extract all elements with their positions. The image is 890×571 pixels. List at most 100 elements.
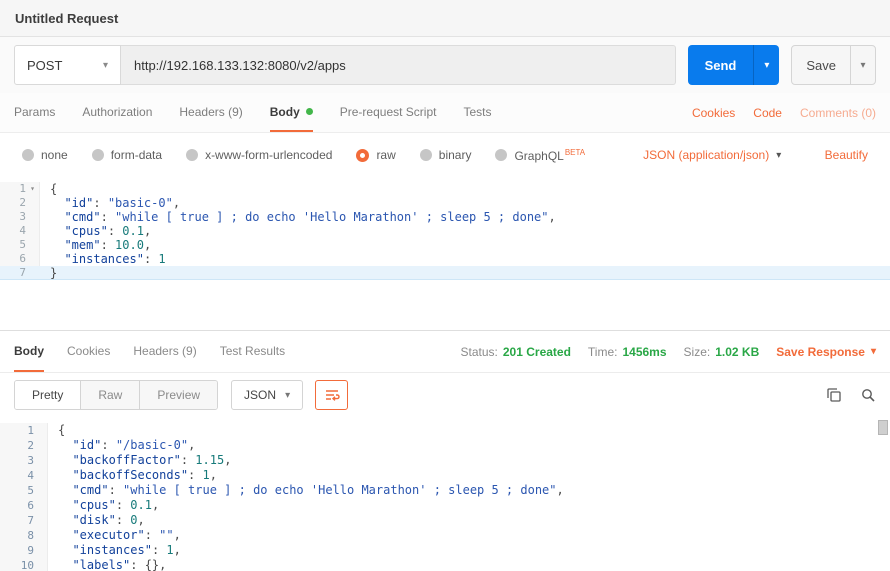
url-input[interactable] (121, 45, 676, 85)
radio-icon[interactable] (92, 149, 104, 161)
response-toolbar-right (826, 387, 876, 403)
radio-icon[interactable] (495, 149, 507, 161)
line-number-gutter: 3 (0, 210, 40, 224)
code-line-7[interactable]: 7} (0, 266, 890, 280)
cookies-link[interactable]: Cookies (692, 106, 735, 120)
code-line-8[interactable]: 8 "executor": "", (0, 528, 890, 543)
response-format-select[interactable]: JSON ▾ (231, 380, 303, 410)
radio-selected-icon[interactable] (356, 149, 369, 162)
code-line-7[interactable]: 7 "disk": 0, (0, 513, 890, 528)
code-line-text: "disk": 0, (48, 513, 890, 528)
tab-headers[interactable]: Headers (9) (179, 93, 242, 132)
line-number-gutter: 10 (0, 558, 48, 571)
time-label: Time: (588, 345, 618, 359)
body-type-binary[interactable]: binary (420, 148, 472, 162)
code-line-3[interactable]: 3 "cmd": "while [ true ] ; do echo 'Hell… (0, 210, 890, 224)
code-line-5[interactable]: 5 "cmd": "while [ true ] ; do echo 'Hell… (0, 483, 890, 498)
line-number-gutter: 6 (0, 498, 48, 513)
copy-button[interactable] (826, 387, 842, 403)
code-line-text: "labels": {}, (48, 558, 890, 571)
code-line-2[interactable]: 2 "id": "/basic-0", (0, 438, 890, 453)
code-line-4[interactable]: 4 "backoffSeconds": 1, (0, 468, 890, 483)
code-line-5[interactable]: 5 "mem": 10.0, (0, 238, 890, 252)
send-button[interactable]: Send ▾ (688, 45, 780, 85)
beta-badge: BETA (565, 148, 585, 157)
code-line-text: "backoffFactor": 1.15, (48, 453, 890, 468)
body-type-row: none form-data x-www-form-urlencoded raw… (0, 133, 890, 177)
line-number-gutter: 5 (0, 238, 40, 252)
view-mode-raw[interactable]: Raw (80, 381, 139, 409)
tab-pre-request-script[interactable]: Pre-request Script (340, 93, 437, 132)
chevron-down-icon: ▾ (871, 346, 876, 357)
wrap-text-button[interactable] (315, 380, 348, 410)
code-line-1[interactable]: 1▾{ (0, 182, 890, 196)
code-line-6[interactable]: 6 "cpus": 0.1, (0, 498, 890, 513)
code-line-6[interactable]: 6 "instances": 1 (0, 252, 890, 266)
search-button[interactable] (860, 387, 876, 403)
request-title: Untitled Request (15, 11, 118, 26)
radio-icon[interactable] (22, 149, 34, 161)
tab-params[interactable]: Params (14, 93, 55, 132)
tab-tests[interactable]: Tests (463, 93, 491, 132)
status-label: Status: (461, 345, 498, 359)
code-line-text: "instances": 1 (40, 252, 890, 266)
code-line-9[interactable]: 9 "instances": 1, (0, 543, 890, 558)
view-mode-preview[interactable]: Preview (139, 381, 217, 409)
fold-caret-icon[interactable]: ▾ (26, 182, 39, 196)
body-type-graphql[interactable]: GraphQLBETA (495, 148, 585, 163)
save-label[interactable]: Save (792, 46, 850, 84)
code-line-text: "cpus": 0.1, (40, 224, 890, 238)
code-line-2[interactable]: 2 "id": "basic-0", (0, 196, 890, 210)
view-mode-group: Pretty Raw Preview (14, 380, 218, 410)
code-line-3[interactable]: 3 "backoffFactor": 1.15, (0, 453, 890, 468)
code-line-4[interactable]: 4 "cpus": 0.1, (0, 224, 890, 238)
view-mode-pretty[interactable]: Pretty (15, 381, 80, 409)
radio-icon[interactable] (186, 149, 198, 161)
body-type-form-data[interactable]: form-data (92, 148, 162, 162)
body-type-x-www-form-urlencoded[interactable]: x-www-form-urlencoded (186, 148, 332, 162)
postman-window: Untitled Request POST ▾ Send ▾ Save ▾ Pa… (0, 0, 890, 571)
line-number-gutter: 7 (0, 266, 40, 279)
content-type-select[interactable]: JSON (application/json) ▾ (643, 148, 781, 162)
comments-link[interactable]: Comments (0) (800, 106, 876, 120)
line-number-gutter: 8 (0, 528, 48, 543)
code-line-text: { (48, 423, 890, 438)
line-number-gutter: 7 (0, 513, 48, 528)
response-tab-headers[interactable]: Headers (9) (133, 331, 196, 372)
radio-icon[interactable] (420, 149, 432, 161)
body-type-raw[interactable]: raw (356, 148, 395, 162)
tab-body[interactable]: Body (270, 93, 313, 132)
request-tab-links: Cookies Code Comments (0) (692, 93, 876, 132)
save-options-caret[interactable]: ▾ (850, 46, 875, 84)
code-line-text: "cmd": "while [ true ] ; do echo 'Hello … (40, 210, 890, 224)
request-body-editor[interactable]: 1▾{2 "id": "basic-0",3 "cmd": "while [ t… (0, 177, 890, 331)
time-value: 1456ms (622, 345, 666, 359)
body-type-none[interactable]: none (22, 148, 68, 162)
save-button[interactable]: Save ▾ (791, 45, 876, 85)
send-options-caret[interactable]: ▾ (753, 45, 779, 85)
response-body-editor[interactable]: 1{2 "id": "/basic-0",3 "backoffFactor": … (0, 417, 890, 571)
request-builder: POST ▾ Send ▾ Save ▾ (0, 37, 890, 93)
response-toolbar: Pretty Raw Preview JSON ▾ (0, 373, 890, 417)
line-number-gutter: 5 (0, 483, 48, 498)
send-label[interactable]: Send (688, 45, 754, 85)
line-number-gutter: 4 (0, 468, 48, 483)
chevron-down-icon: ▾ (285, 390, 290, 401)
scrollbar-thumb[interactable] (878, 420, 888, 435)
code-line-10[interactable]: 10 "labels": {}, (0, 558, 890, 571)
code-link[interactable]: Code (753, 106, 782, 120)
status-value: 201 Created (503, 345, 571, 359)
line-number-gutter: 2 (0, 196, 40, 210)
response-tab-test-results[interactable]: Test Results (220, 331, 285, 372)
request-tabs: Params Authorization Headers (9) Body Pr… (0, 93, 890, 133)
response-tab-cookies[interactable]: Cookies (67, 331, 110, 372)
content-type-label: JSON (application/json) (643, 148, 769, 162)
beautify-link[interactable]: Beautify (825, 148, 868, 162)
code-line-1[interactable]: 1{ (0, 423, 890, 438)
chevron-down-icon: ▾ (776, 150, 781, 161)
response-tab-body[interactable]: Body (14, 331, 44, 372)
request-titlebar: Untitled Request (0, 0, 890, 37)
tab-authorization[interactable]: Authorization (82, 93, 152, 132)
save-response-button[interactable]: Save Response ▾ (776, 345, 876, 359)
method-select[interactable]: POST ▾ (14, 45, 121, 85)
